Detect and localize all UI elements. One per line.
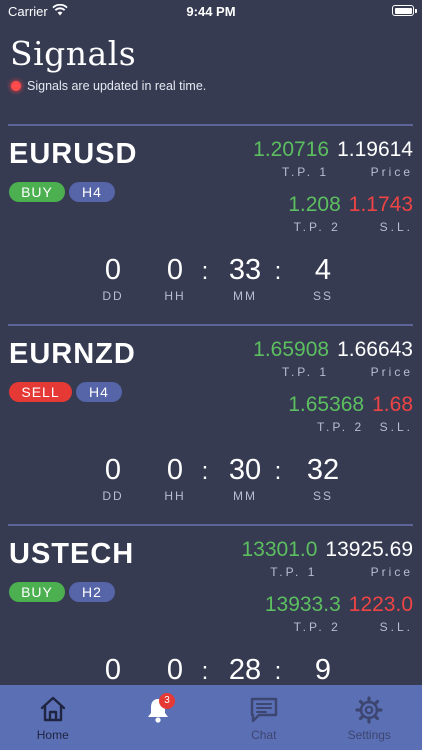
tab-settings-label: Settings <box>347 728 391 742</box>
tp1-value: 13301.0 <box>241 538 318 561</box>
tab-settings[interactable]: Settings <box>317 685 422 750</box>
timeframe-badge: H4 <box>76 382 122 402</box>
timer-separator: : <box>274 658 282 685</box>
timer-seconds-label: SS <box>312 289 333 303</box>
timer-seconds: 4 <box>314 254 332 286</box>
tp2-label: T.P. 2 <box>316 420 365 434</box>
tp2-value: 1.208 <box>288 193 341 216</box>
direction-badge: SELL <box>9 382 72 402</box>
signal-symbol: USTECH <box>9 538 135 570</box>
signal-card-eurusd[interactable]: EURUSD BUY H4 1.20716 T.P. 1 1.19614 Price… <box>8 124 413 326</box>
timer-seconds-label: SS <box>312 489 333 503</box>
sl-value: 1.1743 <box>348 193 413 216</box>
tab-home[interactable]: Home <box>0 685 106 750</box>
price-label: Price <box>370 365 413 379</box>
direction-badge: BUY <box>9 182 65 202</box>
tab-home-label: Home <box>36 728 69 742</box>
timer-minutes: 28 <box>228 654 262 686</box>
price-label: Price <box>370 165 413 179</box>
sl-label: S.L. <box>379 420 413 434</box>
timer-days-label: DD <box>102 489 124 503</box>
timer-separator: : <box>201 658 209 685</box>
price-value: 1.19614 <box>337 138 413 161</box>
timer-seconds: 32 <box>306 454 340 486</box>
timer-hours: 0 <box>166 254 184 286</box>
status-bar: Carrier 9:44 PM <box>0 0 422 24</box>
sl-label: S.L. <box>379 620 413 634</box>
timer-minutes-label: MM <box>233 289 257 303</box>
timeframe-badge: H4 <box>69 182 115 202</box>
timeframe-badge: H2 <box>69 582 115 602</box>
home-icon <box>40 696 65 722</box>
direction-badge: BUY <box>9 582 65 602</box>
tp2-label: T.P. 2 <box>293 620 341 634</box>
timer-minutes: 33 <box>228 254 262 286</box>
timer-hours: 0 <box>166 654 184 686</box>
timer-days: 0 <box>104 254 122 286</box>
timer-hours-label: HH <box>164 489 186 503</box>
timer-separator: : <box>274 458 282 485</box>
notification-count-badge: 3 <box>159 693 175 709</box>
status-time: 9:44 PM <box>186 4 236 19</box>
live-status: Signals are updated in real time. <box>11 79 206 93</box>
tp2-value: 1.65368 <box>288 393 365 416</box>
tp1-label: T.P. 1 <box>281 365 330 379</box>
timer-minutes: 30 <box>228 454 262 486</box>
signal-symbol: EURUSD <box>9 138 138 170</box>
tab-bar: Home Chat Settings <box>0 685 422 750</box>
sl-value: 1.68 <box>372 393 413 416</box>
signal-card-eurnzd[interactable]: EURNZD SELL H4 1.65908 T.P. 1 1.66643 Pric… <box>8 324 413 526</box>
sl-label: S.L. <box>379 220 413 234</box>
price-value: 13925.69 <box>325 538 413 561</box>
page-title: Signals <box>10 34 137 73</box>
timer-minutes-label: MM <box>233 489 257 503</box>
sl-value: 1223.0 <box>348 593 413 616</box>
price-label: Price <box>370 565 413 579</box>
timer-separator: : <box>201 458 209 485</box>
timer-separator: : <box>201 258 209 285</box>
timer-days: 0 <box>104 454 122 486</box>
timer-separator: : <box>274 258 282 285</box>
tab-notifications[interactable] <box>106 685 212 750</box>
signal-symbol: EURNZD <box>9 338 136 370</box>
tab-chat[interactable]: Chat <box>211 685 317 750</box>
tab-chat-label: Chat <box>251 728 277 742</box>
chat-icon <box>250 697 277 723</box>
tp1-label: T.P. 1 <box>270 565 318 579</box>
gear-icon <box>355 696 383 724</box>
timer-hours: 0 <box>166 454 184 486</box>
live-indicator-icon <box>11 81 21 91</box>
timer-days-label: DD <box>102 289 124 303</box>
live-status-text: Signals are updated in real time. <box>27 79 207 93</box>
tp2-value: 13933.3 <box>264 593 341 616</box>
timer-seconds: 9 <box>314 654 332 686</box>
tp1-label: T.P. 1 <box>281 165 330 179</box>
battery-icon <box>392 5 417 16</box>
timer-days: 0 <box>104 654 122 686</box>
timer-hours-label: HH <box>164 289 186 303</box>
tp2-label: T.P. 2 <box>293 220 341 234</box>
tp1-value: 1.20716 <box>253 138 330 161</box>
price-value: 1.66643 <box>337 338 413 361</box>
tp1-value: 1.65908 <box>253 338 330 361</box>
